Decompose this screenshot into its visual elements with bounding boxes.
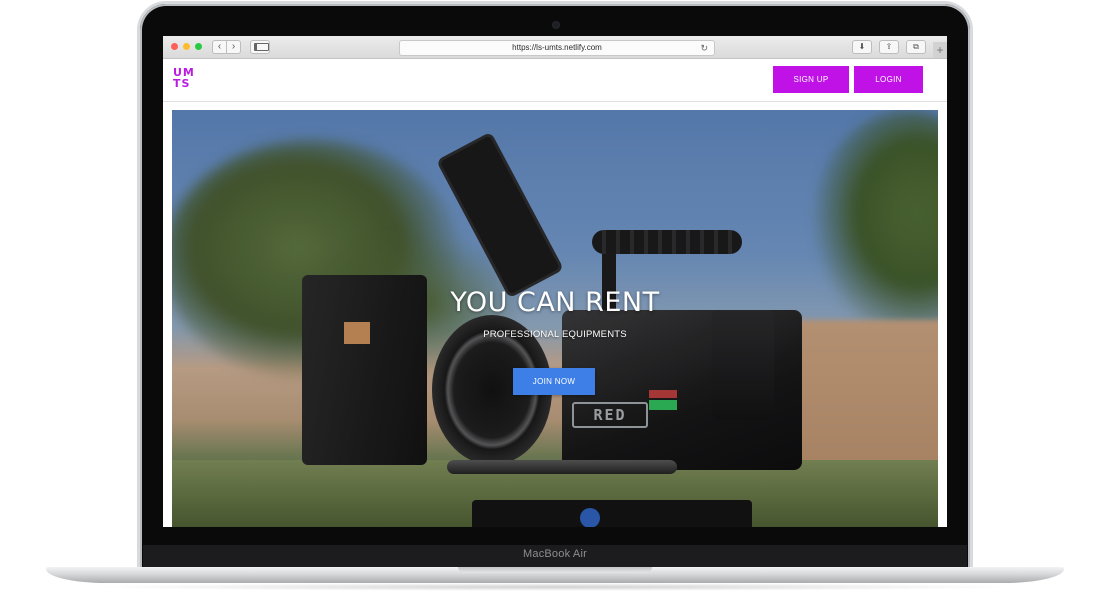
hero-title: YOU CAN RENT: [450, 287, 660, 318]
address-bar[interactable]: https://ls-umts.netlify.com ↻: [399, 40, 715, 56]
browser-window: ‹ › https://ls-umts.netlify.com ↻ ⬇ ⇪ ⧉ …: [163, 36, 947, 527]
login-button[interactable]: LOGIN: [854, 66, 923, 93]
hero-banner: RED YOU CAN RENT PROFESSIONAL EQUIPMENTS…: [172, 110, 938, 527]
downloads-button[interactable]: ⬇: [852, 40, 872, 54]
close-window-button[interactable]: [171, 43, 178, 50]
laptop-shadow: [90, 583, 1020, 591]
sign-up-button[interactable]: SIGN UP: [773, 66, 849, 93]
hero-overlay: [172, 110, 938, 527]
forward-button[interactable]: ›: [226, 40, 241, 54]
minimize-window-button[interactable]: [183, 43, 190, 50]
chevron-left-icon: ‹: [217, 41, 222, 52]
model-label: MacBook Air: [523, 548, 587, 560]
browser-toolbar: ‹ › https://ls-umts.netlify.com ↻ ⬇ ⇪ ⧉ …: [163, 36, 947, 59]
share-icon: ⇪: [885, 42, 893, 51]
sidebar-toggle-button[interactable]: [250, 40, 270, 54]
download-icon: ⬇: [858, 42, 866, 51]
site-header: UM TS SIGN UP LOGIN: [163, 59, 947, 102]
reload-icon[interactable]: ↻: [700, 41, 708, 55]
site-logo[interactable]: UM TS: [173, 67, 199, 89]
webcam: [553, 22, 559, 28]
back-button[interactable]: ‹: [212, 40, 227, 54]
logo-line-2: TS: [173, 77, 191, 90]
chevron-right-icon: ›: [231, 41, 236, 52]
new-tab-button[interactable]: +: [933, 42, 947, 58]
share-button[interactable]: ⇪: [879, 40, 899, 54]
maximize-window-button[interactable]: [195, 43, 202, 50]
url-text: https://ls-umts.netlify.com: [512, 43, 602, 52]
plus-icon: +: [936, 43, 944, 57]
join-now-button[interactable]: JOIN NOW: [513, 368, 595, 395]
tab-overview-button[interactable]: ⧉: [906, 40, 926, 54]
tabs-icon: ⧉: [913, 42, 919, 51]
hero-subtitle: PROFESSIONAL EQUIPMENTS: [483, 329, 627, 340]
laptop-opening-notch: [458, 567, 652, 573]
